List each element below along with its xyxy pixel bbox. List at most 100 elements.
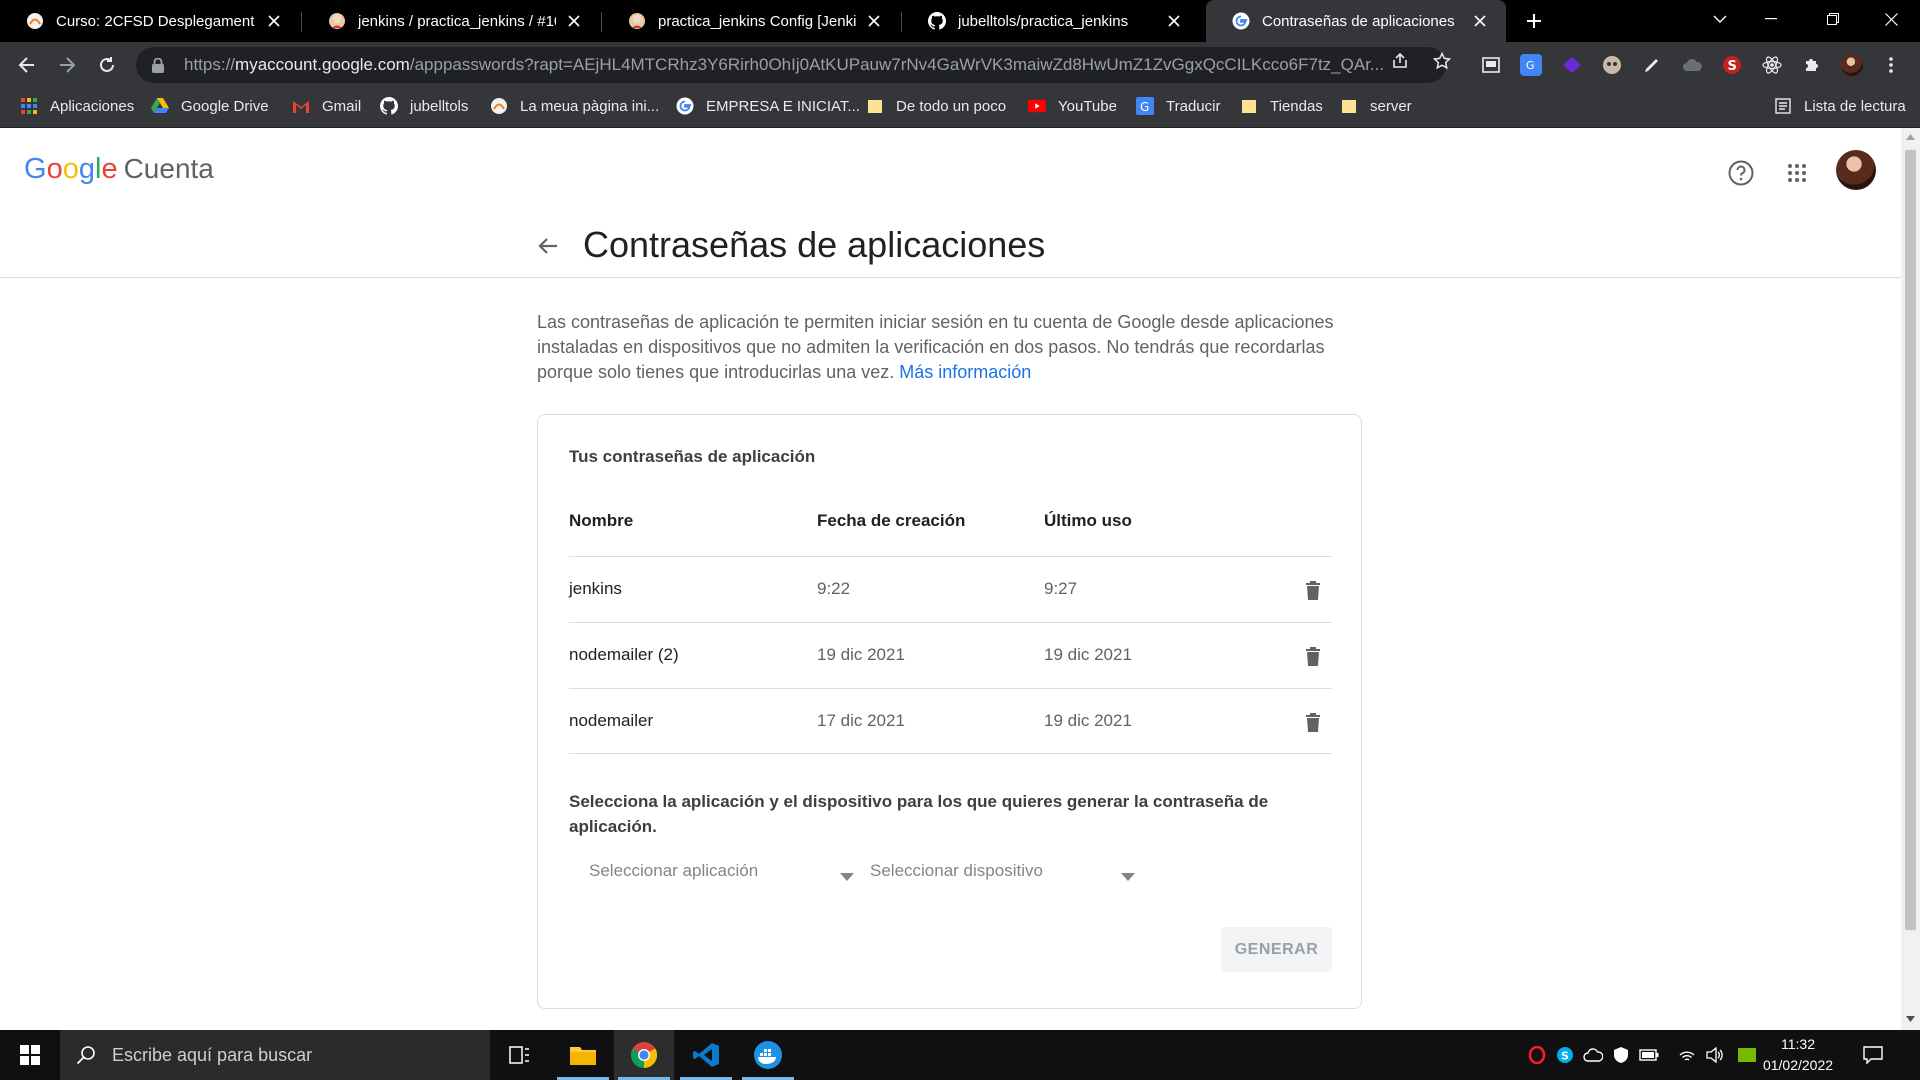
tab-github-repo[interactable]: jubelltols/practica_jenkins <box>902 0 1200 42</box>
url-host: myaccount.google.com <box>235 55 410 74</box>
close-icon[interactable] <box>562 9 586 33</box>
wifi-tray-icon[interactable] <box>1677 1045 1697 1065</box>
tab-title: Contraseñas de aplicaciones <box>1262 12 1455 30</box>
share-icon[interactable] <box>1390 51 1410 71</box>
bookmark-server[interactable]: server <box>1340 88 1412 124</box>
extensions-puzzle-icon[interactable] <box>1801 54 1823 76</box>
help-icon[interactable] <box>1721 153 1761 193</box>
tab-title: jubelltols/practica_jenkins <box>958 12 1129 30</box>
app-select-dropdown[interactable]: Seleccionar aplicación <box>589 853 854 889</box>
docker-icon <box>754 1041 782 1069</box>
profile-avatar-icon[interactable] <box>1841 54 1863 76</box>
google-translate-icon[interactable]: G <box>1520 54 1542 76</box>
bookmark-youtube[interactable]: YouTube <box>1028 88 1117 124</box>
last-used-date: 9:27 <box>1044 579 1078 598</box>
tab-jenkins-build[interactable]: jenkins / practica_jenkins / #104 <box>302 0 600 42</box>
back-arrow-icon[interactable] <box>530 228 566 264</box>
bookmark-google-drive[interactable]: Google Drive <box>151 88 269 124</box>
bookmark-traducir[interactable]: G Traducir <box>1136 88 1220 124</box>
bookmark-jubelltols[interactable]: jubelltols <box>380 88 468 124</box>
red-s-extension-icon[interactable]: S <box>1721 54 1743 76</box>
close-icon[interactable] <box>1468 9 1492 33</box>
defender-tray-icon[interactable] <box>1611 1045 1631 1065</box>
menu-kebab-icon[interactable] <box>1880 54 1902 76</box>
scrollbar-thumb[interactable] <box>1905 150 1916 930</box>
moodle-icon <box>26 12 44 30</box>
cloud-extension-icon[interactable] <box>1681 54 1703 76</box>
bookmark-aplicaciones[interactable]: Aplicaciones <box>20 88 134 124</box>
close-icon[interactable] <box>862 9 886 33</box>
device-select-dropdown[interactable]: Seleccionar dispositivo <box>870 853 1135 889</box>
minimize-button[interactable] <box>1742 0 1800 38</box>
search-placeholder: Escribe aquí para buscar <box>112 1044 313 1065</box>
reader-mode-icon[interactable] <box>1480 54 1502 76</box>
table-row: nodemailer 17 dic 2021 19 dic 2021 <box>569 688 1332 754</box>
skype-tray-icon[interactable]: S <box>1555 1045 1575 1065</box>
lock-icon[interactable] <box>152 57 168 73</box>
reload-button[interactable] <box>91 49 123 81</box>
reading-list-button[interactable]: Lista de lectura <box>1774 88 1906 124</box>
address-bar[interactable]: https://myaccount.google.com/apppassword… <box>136 47 1446 83</box>
tab-curso[interactable]: Curso: 2CFSD Desplegament d'aplicacions <box>0 0 300 42</box>
vscode-button[interactable] <box>676 1030 736 1080</box>
task-view-button[interactable] <box>490 1030 550 1080</box>
nvidia-tray-icon[interactable] <box>1737 1045 1757 1065</box>
bookmark-empresa[interactable]: EMPRESA E INICIAT... <box>676 88 860 124</box>
volume-tray-icon[interactable] <box>1705 1045 1725 1065</box>
apps-grid-icon[interactable] <box>1777 153 1817 193</box>
more-info-link[interactable]: Más información <box>899 362 1031 382</box>
close-icon[interactable] <box>262 9 286 33</box>
purple-extension-icon[interactable] <box>1561 54 1583 76</box>
clock-date: 01/02/2022 <box>1762 1057 1834 1073</box>
url-text[interactable]: https://myaccount.google.com/apppassword… <box>184 55 1384 75</box>
generate-button[interactable]: GENERAR <box>1221 927 1332 972</box>
taskbar-clock[interactable]: 11:32 01/02/2022 <box>1758 1034 1838 1076</box>
svg-text:S: S <box>1561 1050 1569 1063</box>
back-button[interactable] <box>11 49 43 81</box>
notifications-icon[interactable] <box>1860 1042 1886 1068</box>
google-account-logo[interactable]: Google Cuenta <box>24 153 214 186</box>
last-used-date: 19 dic 2021 <box>1044 645 1132 664</box>
docker-button[interactable] <box>738 1030 798 1080</box>
close-icon[interactable] <box>1162 9 1186 33</box>
delete-icon[interactable] <box>1299 576 1327 604</box>
tab-search-button[interactable] <box>1690 0 1750 38</box>
cloud-sync-tray-icon[interactable] <box>1583 1045 1603 1065</box>
bookmark-label: jubelltols <box>410 97 469 115</box>
battery-tray-icon[interactable] <box>1639 1045 1659 1065</box>
tab-jenkins-config[interactable]: practica_jenkins Config [Jenkins] <box>602 0 900 42</box>
scroll-down-arrow-icon[interactable] <box>1906 1016 1915 1022</box>
react-devtools-icon[interactable] <box>1761 54 1783 76</box>
close-window-button[interactable] <box>1862 0 1920 38</box>
delete-icon[interactable] <box>1299 708 1327 736</box>
dropdown-arrow-icon <box>840 866 854 886</box>
avatar[interactable] <box>1836 150 1876 190</box>
delete-icon[interactable] <box>1299 642 1327 670</box>
bookmark-meua-pagina[interactable]: La meua pàgina ini... <box>490 88 659 124</box>
new-tab-button[interactable] <box>1520 7 1548 35</box>
folder-icon <box>1340 97 1358 115</box>
folder-icon <box>1240 97 1258 115</box>
taskbar-search[interactable]: Escribe aquí para buscar <box>60 1030 490 1080</box>
pen-extension-icon[interactable] <box>1641 54 1663 76</box>
browser-toolbar: https://myaccount.google.com/apppassword… <box>0 42 1920 88</box>
bookmarks-bar: Aplicaciones Google Drive Gmail jubellto… <box>0 88 1920 128</box>
start-button[interactable] <box>0 1030 60 1080</box>
github-icon <box>928 12 946 30</box>
mascot-extension-icon[interactable] <box>1601 54 1623 76</box>
scroll-up-arrow-icon[interactable] <box>1906 134 1915 140</box>
bookmark-gmail[interactable]: Gmail <box>292 88 361 124</box>
opera-tray-icon[interactable] <box>1527 1045 1547 1065</box>
restore-button[interactable] <box>1804 0 1862 38</box>
chrome-button[interactable] <box>614 1030 674 1080</box>
file-explorer-button[interactable] <box>553 1030 613 1080</box>
page-scrollbar[interactable] <box>1901 128 1920 1030</box>
page-title: Contraseñas de aplicaciones <box>583 224 1046 265</box>
bookmark-de-todo-un-poco[interactable]: De todo un poco <box>866 88 1006 124</box>
forward-button[interactable] <box>51 49 83 81</box>
tab-app-passwords[interactable]: Contraseñas de aplicaciones <box>1206 0 1506 42</box>
folder-icon <box>570 1047 596 1065</box>
bookmark-star-icon[interactable] <box>1432 51 1452 71</box>
tab-title: practica_jenkins Config [Jenkins] <box>658 12 856 30</box>
bookmark-tiendas[interactable]: Tiendas <box>1240 88 1323 124</box>
